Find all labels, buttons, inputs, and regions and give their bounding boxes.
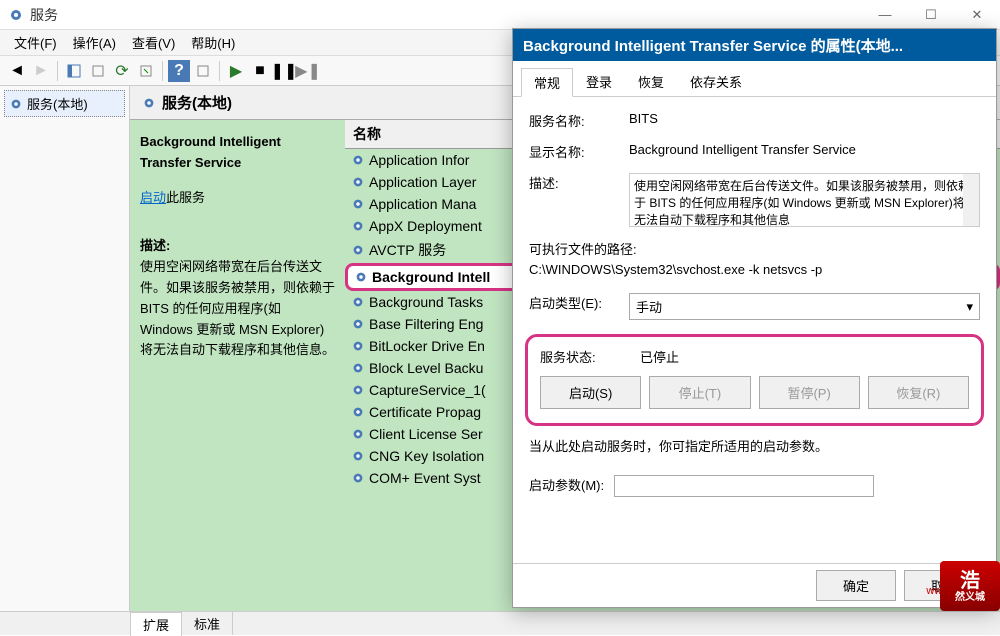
gear-icon <box>351 449 365 463</box>
bottom-tabs: 扩展 标准 <box>0 611 1000 635</box>
forward-button[interactable]: ► <box>30 60 52 82</box>
service-row-label: Application Mana <box>369 196 476 212</box>
titlebar: 服务 — ☐ ✕ <box>0 0 1000 30</box>
desc-text: 使用空闲网络带宽在后台传送文件。如果该服务被禁用，则依赖于 BITS 的任何应用… <box>140 257 335 361</box>
gear-icon <box>354 270 368 284</box>
properties-dialog: Background Intelligent Transfer Service … <box>512 28 997 608</box>
service-row-label: Application Infor <box>369 152 469 168</box>
service-row-label: Certificate Propag <box>369 404 481 420</box>
tree-root[interactable]: 服务(本地) <box>4 90 125 117</box>
menu-action[interactable]: 操作(A) <box>65 30 124 55</box>
hint-text: 当从此处启动服务时，你可指定所适用的启动参数。 <box>529 436 980 455</box>
service-row-label: AVCTP 服务 <box>369 240 446 260</box>
description-box[interactable]: 使用空闲网络带宽在后台传送文件。如果该服务被禁用，则依赖于 BITS 的任何应用… <box>629 173 980 227</box>
restart-button[interactable]: ▶❚ <box>297 60 319 82</box>
gear-icon <box>351 471 365 485</box>
label-startup-type: 启动类型(E): <box>529 293 629 312</box>
dialog-tabs: 常规 登录 恢复 依存关系 <box>513 61 996 97</box>
tool-button[interactable] <box>192 60 214 82</box>
service-row-label: Application Layer <box>369 174 476 190</box>
service-row-label: Background Tasks <box>369 294 483 310</box>
gear-icon <box>351 243 365 257</box>
pause-svc-button: 暂停(P) <box>759 376 860 409</box>
start-link[interactable]: 启动 <box>140 190 166 205</box>
props-button[interactable] <box>87 60 109 82</box>
label-exe-path: 可执行文件的路径: <box>529 239 637 258</box>
watermark-logo: 浩 然义城 <box>940 561 1000 611</box>
menu-help[interactable]: 帮助(H) <box>183 30 243 55</box>
service-row-label: Block Level Backu <box>369 360 483 376</box>
stop-button: 停止(T) <box>649 376 750 409</box>
startup-type-combo[interactable]: 手动 ▾ <box>629 293 980 320</box>
menu-file[interactable]: 文件(F) <box>6 30 65 55</box>
refresh-button[interactable]: ⟳ <box>111 60 133 82</box>
chevron-down-icon: ▾ <box>966 299 973 315</box>
app-icon <box>8 7 24 23</box>
window-title: 服务 <box>30 5 862 25</box>
service-row-label: Background Intell <box>372 269 490 285</box>
gear-icon <box>351 361 365 375</box>
status-group: 服务状态: 已停止 启动(S) 停止(T) 暂停(P) 恢复(R) <box>525 334 984 426</box>
scrollbar[interactable] <box>963 174 979 226</box>
play-button[interactable]: ▶ <box>225 60 247 82</box>
label-status: 服务状态: <box>540 347 640 366</box>
tree-pane: 服务(本地) <box>0 86 130 611</box>
gear-icon <box>351 219 365 233</box>
tab-recovery[interactable]: 恢复 <box>625 67 677 96</box>
view-button[interactable] <box>63 60 85 82</box>
label-display-name: 显示名称: <box>529 142 629 161</box>
value-status: 已停止 <box>640 347 969 366</box>
stop-button[interactable]: ■ <box>249 60 271 82</box>
start-service-line: 启动此服务 <box>140 188 335 209</box>
export-button[interactable] <box>135 60 157 82</box>
service-row-label: CaptureService_1( <box>369 382 486 398</box>
service-row-label: Base Filtering Eng <box>369 316 483 332</box>
maximize-button[interactable]: ☐ <box>908 0 954 30</box>
gear-icon <box>351 339 365 353</box>
menu-view[interactable]: 查看(V) <box>124 30 183 55</box>
params-input[interactable] <box>614 475 874 497</box>
service-row-label: CNG Key Isolation <box>369 448 484 464</box>
tab-logon[interactable]: 登录 <box>573 67 625 96</box>
gear-icon <box>351 295 365 309</box>
label-description: 描述: <box>529 173 629 192</box>
resume-button: 恢复(R) <box>868 376 969 409</box>
help-button[interactable]: ? <box>168 60 190 82</box>
gear-icon <box>351 317 365 331</box>
value-display-name: Background Intelligent Transfer Service <box>629 142 980 157</box>
value-exe-path: C:\WINDOWS\System32\svchost.exe -k netsv… <box>529 262 822 277</box>
service-row-label: Client License Ser <box>369 426 483 442</box>
selected-service-name: Background Intelligent Transfer Service <box>140 132 335 174</box>
tab-standard[interactable]: 标准 <box>182 612 233 635</box>
close-button[interactable]: ✕ <box>954 0 1000 30</box>
pause-button[interactable]: ❚❚ <box>273 60 295 82</box>
gear-icon <box>351 197 365 211</box>
gear-icon <box>351 383 365 397</box>
gear-icon <box>351 153 365 167</box>
dialog-title: Background Intelligent Transfer Service … <box>513 29 996 61</box>
gear-icon <box>351 405 365 419</box>
label-params: 启动参数(M): <box>529 475 604 494</box>
start-button[interactable]: 启动(S) <box>540 376 641 409</box>
value-service-name[interactable]: BITS <box>629 111 658 126</box>
tree-root-label: 服务(本地) <box>27 94 88 113</box>
detail-column: Background Intelligent Transfer Service … <box>130 120 345 611</box>
gear-icon <box>351 175 365 189</box>
desc-label: 描述: <box>140 236 335 257</box>
back-button[interactable]: ◄ <box>6 60 28 82</box>
service-row-label: COM+ Event Syst <box>369 470 481 486</box>
tab-general[interactable]: 常规 <box>521 68 573 97</box>
service-row-label: BitLocker Drive En <box>369 338 485 354</box>
label-service-name: 服务名称: <box>529 111 629 130</box>
tab-dependencies[interactable]: 依存关系 <box>677 67 755 96</box>
gear-icon <box>351 427 365 441</box>
tab-extended[interactable]: 扩展 <box>130 612 182 636</box>
minimize-button[interactable]: — <box>862 0 908 30</box>
ok-button[interactable]: 确定 <box>816 570 896 601</box>
service-row-label: AppX Deployment <box>369 218 482 234</box>
